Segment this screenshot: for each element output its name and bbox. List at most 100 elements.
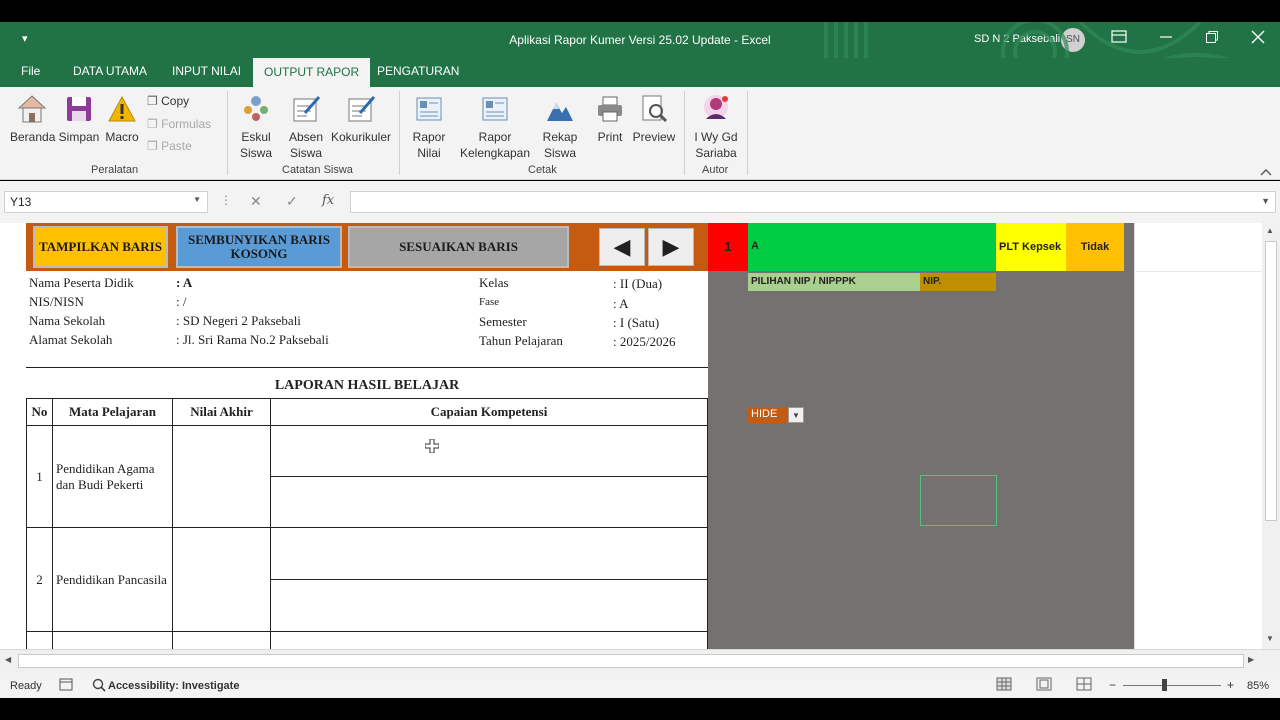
cancel-icon[interactable]: ✕: [250, 193, 262, 210]
status-ready: Ready: [10, 680, 42, 692]
beranda-button[interactable]: Beranda: [10, 93, 55, 145]
pilihan-nip-cell[interactable]: PILIHAN NIP / NIPPPK: [748, 273, 920, 291]
rapor-kelengkapan-button[interactable]: Rapor Kelengkapan: [458, 93, 532, 161]
row-subject: Pendidikan Agama dan Budi Pekerti: [52, 425, 173, 528]
page-break-icon[interactable]: [1076, 677, 1092, 694]
formulas-button[interactable]: ❐ Formulas: [147, 117, 211, 131]
print-label: Print: [597, 130, 623, 144]
tidak-cell[interactable]: Tidak: [1066, 223, 1124, 271]
scroll-up-icon[interactable]: ▲: [1266, 226, 1274, 235]
copy-label: Copy: [161, 94, 190, 108]
rapor-nilai-button[interactable]: Rapor Nilai: [410, 93, 448, 161]
enter-icon[interactable]: ✓: [286, 193, 298, 210]
eskul-siswa-button[interactable]: Eskul Siswa: [238, 93, 274, 161]
kokurikuler-button[interactable]: Kokurikuler: [330, 93, 392, 145]
close-icon[interactable]: [1248, 30, 1268, 47]
row-capaian-cell[interactable]: [270, 425, 708, 477]
tampilkan-baris-button[interactable]: TAMPILKAN BARIS: [33, 226, 168, 268]
tab-input-nilai[interactable]: INPUT NILAI: [172, 64, 241, 78]
zoom-out-icon[interactable]: −: [1109, 678, 1116, 692]
sesuaikan-baris-button[interactable]: SESUAIKAN BARIS: [348, 226, 569, 268]
tab-pengaturan[interactable]: PENGATURAN: [377, 64, 459, 78]
copy-button[interactable]: ❐ Copy: [147, 94, 189, 108]
scroll-down-icon[interactable]: ▼: [1266, 634, 1274, 643]
plt-kepsek-cell[interactable]: PLT Kepsek: [996, 223, 1066, 271]
zoom-level[interactable]: 85%: [1247, 680, 1269, 692]
row-nilai[interactable]: [172, 527, 271, 632]
student-index-cell[interactable]: 1: [708, 223, 748, 271]
row-capaian-cell[interactable]: [270, 631, 708, 649]
macro-record-icon[interactable]: [59, 678, 73, 694]
group-peralatan: Peralatan: [91, 164, 139, 176]
ribbon-display-options-icon[interactable]: [1109, 30, 1129, 47]
page-layout-icon[interactable]: [1036, 677, 1052, 694]
tab-data-utama[interactable]: DATA UTAMA: [73, 64, 147, 78]
preview-button[interactable]: Preview: [632, 93, 676, 145]
horizontal-scrollbar[interactable]: ◀ ▶: [0, 649, 1280, 673]
account-name[interactable]: SD N 2 Paksebali: [974, 33, 1060, 45]
eskul-label-1: Eskul: [241, 130, 271, 144]
accessibility-status[interactable]: Accessibility: Investigate: [108, 680, 239, 692]
paste-button[interactable]: ❐ Paste: [147, 139, 192, 153]
avatar[interactable]: SN: [1061, 28, 1085, 52]
insert-function-icon[interactable]: fx: [322, 193, 334, 208]
row-capaian-cell[interactable]: [270, 579, 708, 632]
report-icon: [414, 93, 444, 125]
tab-file[interactable]: File: [21, 64, 40, 78]
vertical-scrollbar[interactable]: ▲ ▼: [1262, 223, 1280, 649]
author-avatar-icon: [701, 93, 731, 125]
previous-student-button[interactable]: ◀: [599, 228, 645, 266]
zoom-slider-thumb[interactable]: [1162, 679, 1167, 691]
report-icon: [480, 93, 510, 125]
ribbon-divider: [747, 91, 748, 175]
gridline: [1134, 271, 1262, 272]
student-name-cell[interactable]: A: [748, 223, 996, 271]
table-row[interactable]: 2 Pendidikan Pancasila: [26, 527, 708, 632]
scroll-track[interactable]: [18, 654, 1244, 668]
accessibility-icon[interactable]: [92, 678, 106, 695]
scroll-left-icon[interactable]: ◀: [5, 655, 11, 664]
chevron-down-icon[interactable]: ▼: [788, 407, 804, 423]
sembunyikan-baris-kosong-button[interactable]: SEMBUNYIKAN BARIS KOSONG: [176, 226, 342, 268]
row-nilai[interactable]: [172, 425, 271, 528]
zoom-slider[interactable]: [1123, 685, 1221, 686]
chevron-down-icon[interactable]: ▼: [193, 195, 201, 204]
empty-column-area[interactable]: [1134, 223, 1262, 649]
nama-peserta-label: Nama Peserta Didik: [29, 275, 134, 290]
formula-input[interactable]: ▼: [350, 191, 1276, 213]
table-row[interactable]: 1 Pendidikan Agama dan Budi Pekerti: [26, 425, 708, 528]
collapse-ribbon-icon[interactable]: [1260, 165, 1272, 179]
print-button[interactable]: Print: [594, 93, 626, 145]
paste-label: Paste: [161, 139, 192, 153]
row-nilai[interactable]: [172, 631, 271, 649]
worksheet[interactable]: TAMPILKAN BARIS SEMBUNYIKAN BARIS KOSONG…: [0, 223, 1262, 649]
expand-formula-icon[interactable]: ▼: [1261, 196, 1270, 206]
tahun-pelajaran-label: Tahun Pelajaran: [479, 333, 563, 348]
rekap-siswa-button[interactable]: Rekap Siswa: [541, 93, 579, 161]
ribbon-divider: [684, 91, 685, 175]
autor-button[interactable]: I Wy Gd Sariaba: [692, 93, 740, 161]
tab-output-rapor[interactable]: OUTPUT RAPOR: [253, 58, 371, 87]
divider: [26, 367, 708, 368]
name-box[interactable]: Y13 ▼: [4, 191, 208, 213]
nip-cell[interactable]: NIP.: [920, 273, 996, 291]
row-subject: [52, 631, 173, 649]
next-student-button[interactable]: ▶: [648, 228, 694, 266]
hide-dropdown[interactable]: HIDE ▼: [748, 407, 804, 423]
row-capaian-cell[interactable]: [270, 527, 708, 580]
window-title: Aplikasi Rapor Kumer Versi 25.02 Update …: [509, 33, 771, 47]
zoom-in-icon[interactable]: +: [1227, 678, 1234, 692]
scroll-thumb[interactable]: [1265, 241, 1277, 521]
selected-cell[interactable]: [920, 475, 997, 526]
table-row[interactable]: [26, 631, 708, 649]
ribbon: Beranda Simpan Macro ❐ Copy ❐ Formulas ❐…: [0, 87, 1280, 180]
absen-siswa-button[interactable]: Absen Siswa: [286, 93, 326, 161]
row-capaian-cell[interactable]: [270, 476, 708, 528]
macro-button[interactable]: Macro: [104, 93, 140, 145]
restore-icon[interactable]: [1202, 30, 1222, 47]
kokurikuler-label: Kokurikuler: [330, 130, 392, 144]
simpan-button[interactable]: Simpan: [57, 93, 101, 145]
normal-view-icon[interactable]: [996, 677, 1012, 694]
scroll-right-icon[interactable]: ▶: [1248, 655, 1254, 664]
minimize-icon[interactable]: [1156, 30, 1176, 47]
